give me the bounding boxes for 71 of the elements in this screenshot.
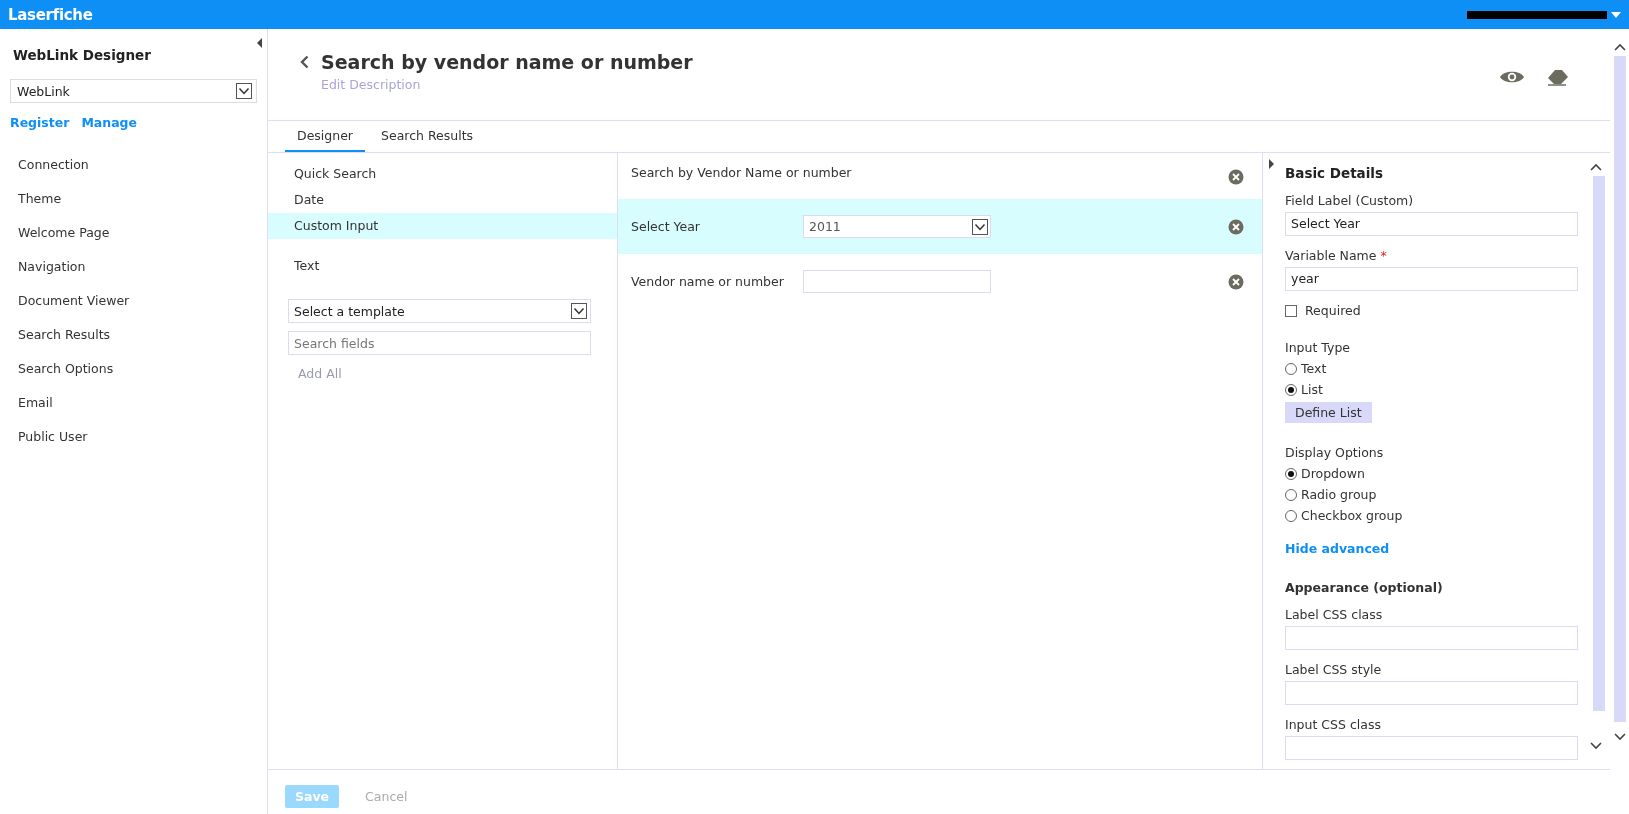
- remove-icon[interactable]: [1228, 273, 1244, 290]
- scrollbar-thumb[interactable]: [1593, 176, 1605, 711]
- input-field[interactable]: [1285, 626, 1578, 650]
- caret-icon[interactable]: [972, 218, 988, 235]
- required-mark: *: [1380, 248, 1387, 263]
- tab[interactable]: Designer: [285, 121, 365, 152]
- field-label: Label CSS class: [1285, 607, 1383, 622]
- radio-icon[interactable]: [1285, 509, 1297, 522]
- site-dropdown[interactable]: WebLink: [10, 79, 257, 103]
- sidebar-title: WebLink Designer: [13, 47, 152, 63]
- scrollbar-thumb[interactable]: [1613, 56, 1626, 722]
- collapse-icon[interactable]: [257, 38, 262, 48]
- field-label: Display Options: [1285, 445, 1384, 460]
- sidebar-item[interactable]: Document Viewer: [18, 284, 257, 318]
- field-label: Variable Name *: [1285, 248, 1387, 263]
- radio-option[interactable]: Radio group: [1285, 487, 1377, 502]
- form-field-row[interactable]: Search by Vendor Name or number: [618, 153, 1262, 199]
- sidebar-item[interactable]: Welcome Page: [18, 216, 257, 250]
- radio-option[interactable]: Checkbox group: [1285, 508, 1403, 523]
- form-field-row[interactable]: Vendor name or number: [618, 254, 1262, 309]
- scroll-down-icon[interactable]: [1590, 741, 1602, 750]
- eraser-icon[interactable]: [1546, 68, 1568, 86]
- sidebar-item[interactable]: Search Options: [18, 352, 257, 386]
- year-dropdown[interactable]: 2011: [803, 215, 991, 238]
- brand-logo: Laserfiche: [8, 5, 93, 24]
- input-field[interactable]: year: [1285, 267, 1578, 291]
- back-icon[interactable]: [300, 55, 309, 69]
- field-label: Field Label (Custom): [1285, 193, 1414, 208]
- field-label: Input CSS class: [1285, 717, 1381, 732]
- remove-icon[interactable]: [1228, 218, 1244, 235]
- sidebar-item[interactable]: Connection: [18, 148, 257, 182]
- required-checkbox[interactable]: Required: [1285, 303, 1361, 318]
- input-field[interactable]: [1285, 681, 1578, 705]
- template-dropdown[interactable]: Select a template: [288, 299, 591, 323]
- scroll-down-icon[interactable]: [1613, 732, 1626, 741]
- radio-icon[interactable]: [1285, 467, 1297, 480]
- field-type-item[interactable]: Quick Search: [268, 161, 617, 187]
- field-label: Label CSS style: [1285, 662, 1382, 677]
- radio-option[interactable]: List: [1285, 382, 1323, 397]
- field-type-item[interactable]: Custom Input: [268, 213, 617, 239]
- radio-icon[interactable]: [1285, 383, 1297, 396]
- section-heading: Basic Details: [1285, 165, 1383, 181]
- sidebar-item[interactable]: Theme: [18, 182, 257, 216]
- tab[interactable]: Search Results: [369, 121, 486, 152]
- page-title: Search by vendor name or number: [321, 51, 693, 73]
- caret-icon[interactable]: [571, 303, 587, 319]
- field-label: Input Type: [1285, 340, 1351, 355]
- form-field-row[interactable]: Select Year 2011: [618, 199, 1262, 254]
- expand-icon[interactable]: [1269, 159, 1274, 169]
- field-type-item[interactable]: Text: [268, 253, 617, 279]
- checkbox-icon[interactable]: [1285, 304, 1297, 317]
- sidebar-item[interactable]: Email: [18, 386, 257, 420]
- input-field[interactable]: [1285, 736, 1578, 760]
- radio-option[interactable]: Dropdown: [1285, 466, 1365, 481]
- radio-icon[interactable]: [1285, 362, 1297, 375]
- input-field[interactable]: Select Year: [1285, 212, 1578, 236]
- sidebar-item[interactable]: Public User: [18, 420, 257, 454]
- search-field[interactable]: Search fields: [288, 331, 591, 355]
- field-type-item[interactable]: Date: [268, 187, 617, 213]
- sidebar-item[interactable]: Navigation: [18, 250, 257, 284]
- define-list-button[interactable]: Define List: [1285, 402, 1372, 423]
- scroll-up-icon[interactable]: [1613, 43, 1626, 52]
- eye-icon[interactable]: [1500, 69, 1524, 85]
- text-field[interactable]: [803, 270, 991, 293]
- radio-icon[interactable]: [1285, 488, 1297, 501]
- radio-option[interactable]: Text: [1285, 361, 1327, 376]
- remove-icon[interactable]: [1228, 169, 1244, 185]
- section-heading: Appearance (optional): [1285, 580, 1443, 595]
- sidebar-item[interactable]: Search Results: [18, 318, 257, 352]
- caret-icon[interactable]: [236, 83, 252, 99]
- scroll-up-icon[interactable]: [1590, 163, 1602, 172]
